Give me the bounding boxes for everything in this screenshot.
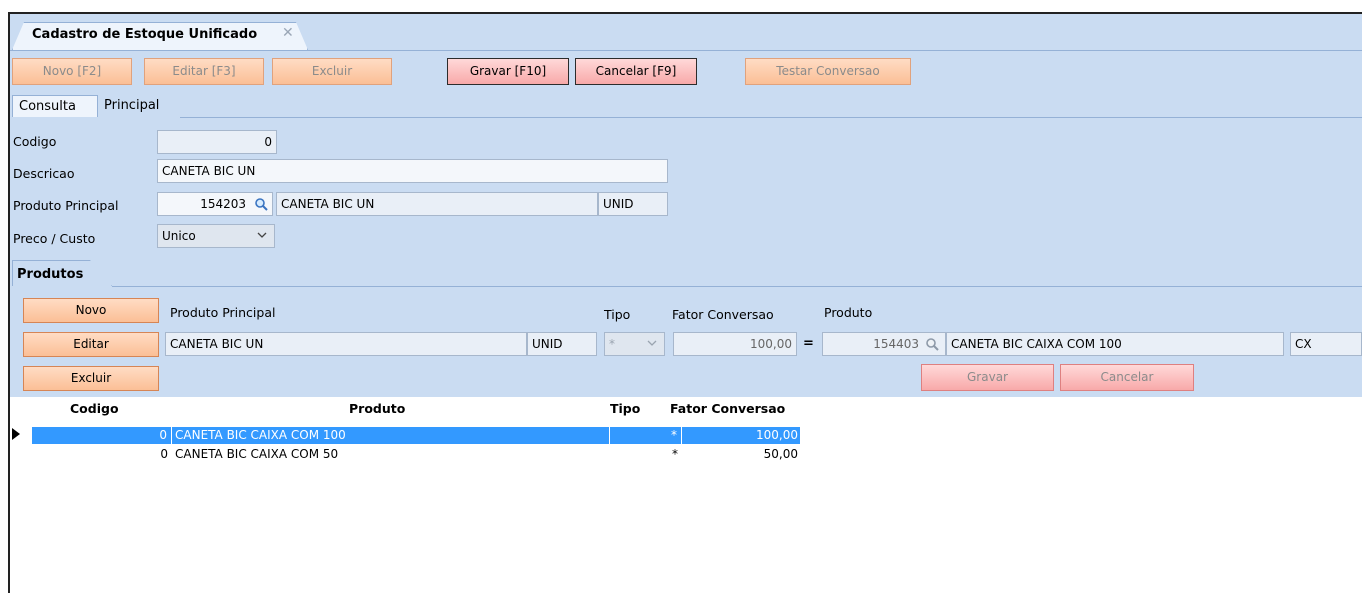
fator-header: Fator Conversao — [672, 307, 774, 322]
tipo-select[interactable]: * — [604, 332, 665, 356]
tab-consulta[interactable]: Consulta — [12, 95, 98, 117]
preco-custo-value: Unico — [162, 229, 196, 243]
descricao-label: Descricao — [13, 166, 75, 181]
produto-unit-field: CX — [1290, 332, 1362, 356]
produto-principal-label: Produto Principal — [13, 198, 119, 213]
cell-tipo: * — [610, 427, 682, 444]
cancelar-button[interactable]: Cancelar [F9] — [575, 58, 697, 85]
cell-codigo: 0 — [32, 427, 172, 444]
search-icon[interactable] — [253, 196, 269, 212]
produtos-principal-name-field: CANETA BIC UN — [165, 332, 527, 356]
cell-produto: CANETA BIC CAIXA COM 50 — [175, 447, 339, 461]
produtos-excluir-button[interactable]: Excluir — [23, 366, 159, 391]
cell-fator: 100,00 — [756, 428, 798, 442]
fator-conversao-field[interactable]: 100,00 — [673, 332, 797, 356]
grid-header-codigo[interactable]: Codigo — [70, 401, 119, 416]
descricao-field[interactable]: CANETA BIC UN — [157, 159, 668, 183]
gravar-button[interactable]: Gravar [F10] — [447, 58, 569, 85]
table-row[interactable]: 0 CANETA BIC CAIXA COM 100 * 100,00 — [32, 427, 800, 444]
grid-header-fator[interactable]: Fator Conversao — [670, 401, 785, 416]
preco-custo-select[interactable]: Unico — [157, 224, 275, 248]
produtos-tab-label: Produtos — [17, 267, 84, 282]
grid-header-produto[interactable]: Produto — [349, 401, 405, 416]
cell-produto: CANETA BIC CAIXA COM 100 — [172, 427, 610, 444]
row-pointer-icon — [11, 427, 23, 441]
produtos-principal-unit-field: UNID — [527, 332, 597, 356]
equals-sign: = — [803, 336, 814, 351]
cell-fator: 50,00 — [763, 447, 798, 461]
produtos-novo-button[interactable]: Novo — [23, 298, 159, 323]
editar-button[interactable]: Editar [F3] — [144, 58, 264, 85]
produtos-gravar-button[interactable]: Gravar — [921, 364, 1054, 391]
tab-divider — [10, 50, 1362, 51]
codigo-label: Codigo — [13, 134, 57, 149]
tipo-header: Tipo — [604, 307, 631, 322]
produtos-editar-button[interactable]: Editar — [23, 332, 159, 357]
document-tab-title: Cadastro de Estoque Unificado — [32, 27, 258, 42]
cell-codigo: 0 — [160, 447, 168, 461]
preco-custo-label: Preco / Custo — [13, 231, 96, 246]
produtos-divider — [112, 286, 1362, 287]
produto-header: Produto — [824, 305, 873, 320]
tipo-value: * — [609, 337, 615, 351]
close-icon[interactable]: ✕ — [282, 25, 294, 41]
produto-principal-name-field: CANETA BIC UN — [276, 192, 598, 216]
produto-principal-unit-field: UNID — [598, 192, 668, 216]
testar-conversao-button[interactable]: Testar Conversao — [745, 58, 911, 85]
produto-name-field: CANETA BIC CAIXA COM 100 — [946, 332, 1284, 356]
produtos-cancelar-button[interactable]: Cancelar — [1060, 364, 1194, 391]
page-tab-divider — [180, 117, 1362, 118]
search-icon[interactable] — [924, 336, 940, 352]
produto-principal-header: Produto Principal — [170, 305, 276, 320]
chevron-down-icon[interactable] — [256, 225, 268, 252]
excluir-button[interactable]: Excluir — [272, 58, 392, 85]
novo-button[interactable]: Novo [F2] — [12, 58, 132, 85]
main-window: Cadastro de Estoque Unificado ✕ Novo [F2… — [8, 12, 1362, 593]
chevron-down-icon[interactable] — [646, 333, 658, 360]
codigo-field[interactable]: 0 — [157, 130, 277, 154]
grid-header-tipo[interactable]: Tipo — [610, 401, 640, 416]
cell-tipo: * — [672, 447, 678, 461]
table-row[interactable]: 0 CANETA BIC CAIXA COM 50 * 50,00 — [32, 446, 800, 463]
